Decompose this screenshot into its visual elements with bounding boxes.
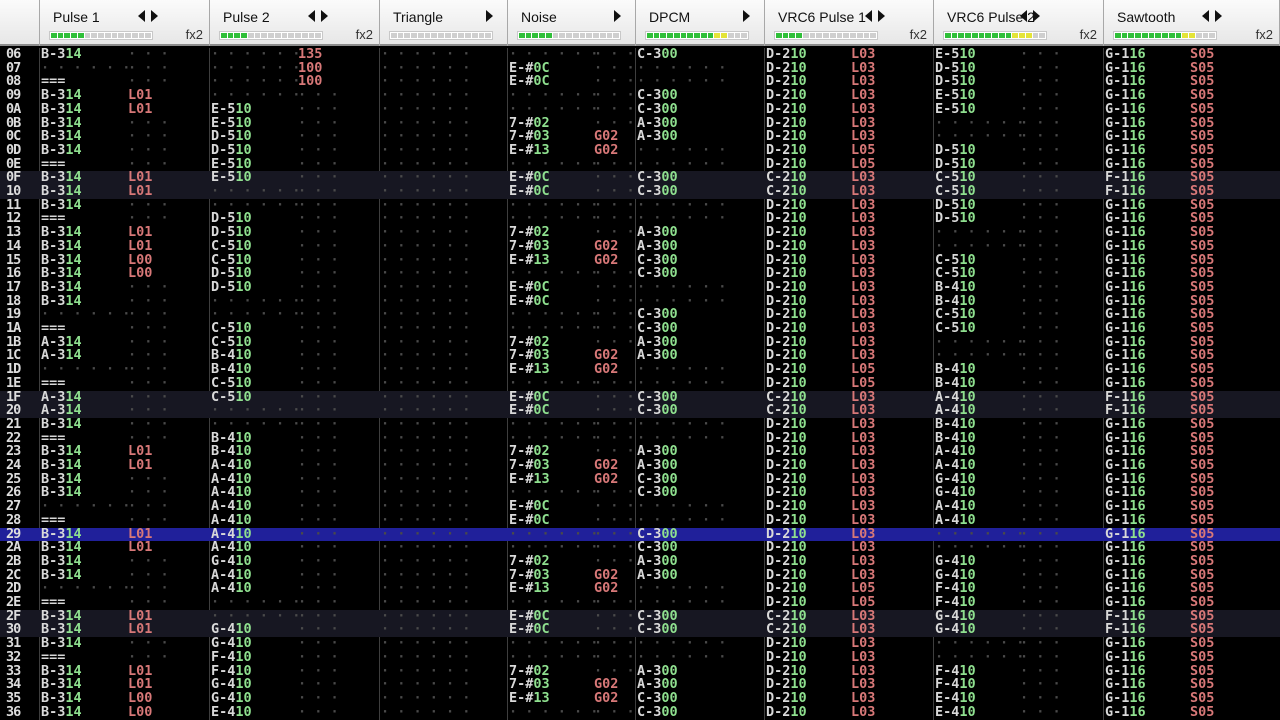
channel-header-pulse-2[interactable]: Pulse 2 fx2 <box>210 0 380 46</box>
channel-header-sawtooth[interactable]: Sawtooth fx2 <box>1104 0 1280 46</box>
volume-meter <box>517 31 621 40</box>
effect-columns-decrease-icon[interactable] <box>1202 10 1209 22</box>
volume-meter <box>219 31 323 40</box>
note-cell[interactable]: D-210 <box>766 705 807 720</box>
channel-header-noise[interactable]: Noise <box>508 0 636 46</box>
effect-column-count: fx2 <box>355 27 373 42</box>
row-number-header <box>0 0 40 46</box>
effect-columns-decrease-icon[interactable] <box>138 10 145 22</box>
volume-meter <box>389 31 493 40</box>
channel-name: Pulse 2 <box>223 9 270 25</box>
note-cell[interactable]: E-410 <box>211 705 252 720</box>
channel-name: Sawtooth <box>1117 9 1176 25</box>
effect-columns-increase-icon[interactable] <box>1033 10 1040 22</box>
effect-columns-increase-icon[interactable] <box>878 10 885 22</box>
effect-columns-increase-icon[interactable] <box>614 10 621 22</box>
note-cell[interactable]: E-410 <box>935 705 976 720</box>
effect-columns-increase-icon[interactable] <box>151 10 158 22</box>
effect-column-count: fx2 <box>1255 27 1273 42</box>
channel-header: Pulse 1 fx2 Pulse 2 fx2 Triangle Noise DPCM VRC… <box>0 0 1280 46</box>
effect-columns-increase-icon[interactable] <box>486 10 493 22</box>
effect-cell[interactable]: L00 <box>128 705 152 720</box>
effect-columns-increase-icon[interactable] <box>1215 10 1222 22</box>
channel-header-vrc6-pulse-1[interactable]: VRC6 Pulse 1 fx2 <box>765 0 934 46</box>
effect-columns-decrease-icon[interactable] <box>865 10 872 22</box>
note-cell[interactable]: B-314 <box>41 705 82 720</box>
channel-header-dpcm[interactable]: DPCM <box>636 0 765 46</box>
effect-columns-decrease-icon[interactable] <box>1020 10 1027 22</box>
note-cell[interactable]: G-116 <box>1105 705 1146 720</box>
channel-name: DPCM <box>649 9 691 25</box>
note-cell[interactable]: C-300 <box>637 705 678 720</box>
effect-column-count: fx2 <box>185 27 203 42</box>
effect-cell[interactable]: L03 <box>851 705 875 720</box>
channel-name: VRC6 Pulse 1 <box>778 9 866 25</box>
effect-columns-increase-icon[interactable] <box>743 10 750 22</box>
volume-meter <box>1113 31 1217 40</box>
channel-name: Triangle <box>393 9 444 25</box>
channel-name: Noise <box>521 9 557 25</box>
effect-column-count: fx2 <box>1079 27 1097 42</box>
channel-header-pulse-1[interactable]: Pulse 1 fx2 <box>40 0 210 46</box>
effect-column-count: fx2 <box>909 27 927 42</box>
volume-meter <box>943 31 1047 40</box>
effect-columns-decrease-icon[interactable] <box>308 10 315 22</box>
channel-header-triangle[interactable]: Triangle <box>380 0 508 46</box>
pattern-editor[interactable]: 06 B-314 · · · · · · · · · 135 · · · · · · · ·… <box>0 48 1280 720</box>
volume-meter <box>49 31 153 40</box>
effect-cell[interactable]: S05 <box>1190 705 1214 720</box>
volume-meter <box>774 31 878 40</box>
volume-meter <box>645 31 749 40</box>
channel-name: Pulse 1 <box>53 9 100 25</box>
pattern-row[interactable]: 36 B-314 L00 E-410 · · · · · · · · · · · · · ·… <box>0 703 1280 720</box>
channel-header-vrc6-pulse-2[interactable]: VRC6 Pulse 2 fx2 <box>934 0 1104 46</box>
row-number: 36 <box>6 703 21 720</box>
effect-columns-increase-icon[interactable] <box>321 10 328 22</box>
